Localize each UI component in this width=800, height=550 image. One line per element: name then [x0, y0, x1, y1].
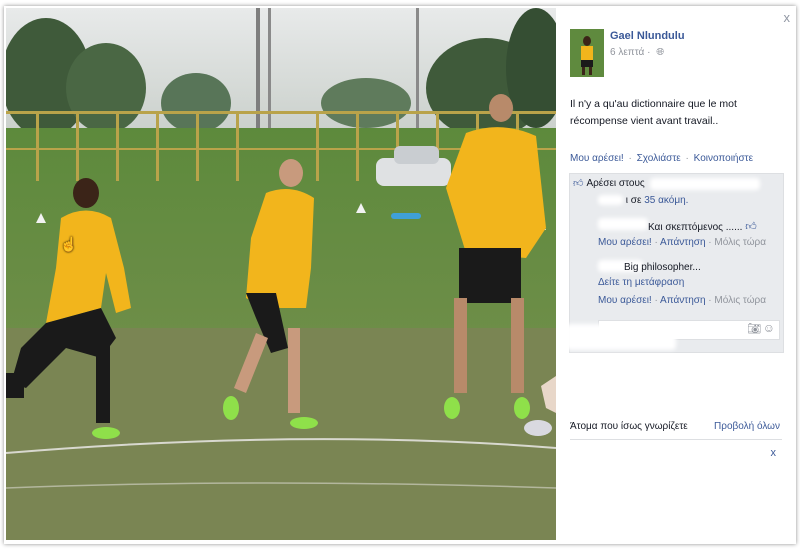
- dismiss-suggestions-button[interactable]: x: [771, 447, 777, 459]
- comment-1: Και σκεπτόμενος ...... 👍︎: [648, 221, 757, 233]
- people-you-may-know-heading: Άτομα που ίσως γνωρίζετε: [570, 421, 688, 432]
- comment-2-reply[interactable]: Απάντηση: [660, 295, 705, 306]
- avatar-image: [570, 29, 604, 77]
- feedback-box: 👍︎ Αρέσει στους ι σε 35 ακόμη. Και σκεπτό…: [566, 173, 784, 353]
- close-viewer-button[interactable]: x: [784, 10, 791, 25]
- post-panel: x Gael Nlundulu 6 λεπτά · 🌐︎ Il n'y a qu…: [557, 8, 794, 540]
- likes-more: ι σε 35 ακόμη.: [598, 195, 688, 206]
- likes-summary: 👍︎ Αρέσει στους: [573, 178, 645, 189]
- post-text: Il n'y a qu'au dictionnaire que le mot r…: [570, 98, 737, 127]
- comment-2-like[interactable]: Μου αρέσει!: [598, 295, 652, 306]
- thumbs-up-icon: 👍︎: [573, 178, 584, 189]
- redacted-names: [650, 178, 760, 190]
- comment-1-actions: Μου αρέσει! · Απάντηση · Μόλις τώρα: [598, 237, 767, 248]
- author-avatar[interactable]: [570, 29, 604, 77]
- comment-1-like[interactable]: Μου αρέσει!: [598, 237, 652, 248]
- comment-2: Big philosopher...: [624, 262, 701, 273]
- redacted-name: [598, 195, 623, 206]
- redacted-avatar: [566, 324, 676, 350]
- like-button[interactable]: Μου αρέσει!: [570, 153, 624, 164]
- post-meta: 6 λεπτά · 🌐︎: [610, 47, 665, 58]
- see-translation-link[interactable]: Δείτε τη μετάφραση: [598, 277, 684, 288]
- photo-scene: [6, 8, 556, 540]
- author-name[interactable]: Gael Nlundulu: [610, 30, 685, 42]
- share-button[interactable]: Κοινοποιήστε: [694, 153, 753, 164]
- globe-icon[interactable]: 🌐︎: [656, 47, 664, 58]
- comment-1-time[interactable]: Μόλις τώρα: [714, 237, 766, 248]
- comment-2-actions: Μου αρέσει! · Απάντηση · Μόλις τώρα: [598, 295, 767, 306]
- likes-more-link[interactable]: 35 ακόμη.: [644, 195, 688, 206]
- post-actions: Μου αρέσει! · Σχολιάστε · Κοινοποιήστε: [570, 153, 754, 164]
- comment-1-reply[interactable]: Απάντηση: [660, 237, 705, 248]
- smiley-icon[interactable]: ☺: [763, 321, 775, 335]
- camera-icon[interactable]: 📷︎: [747, 322, 761, 335]
- divider: [570, 439, 782, 440]
- comment-2-time[interactable]: Μόλις τώρα: [714, 295, 766, 306]
- hand-pointer-icon: ☝: [60, 236, 78, 252]
- view-all-link[interactable]: Προβολή όλων: [714, 421, 780, 432]
- comment-button[interactable]: Σχολιάστε: [637, 153, 681, 164]
- comment-like-icon[interactable]: 👍︎: [745, 221, 757, 233]
- photo[interactable]: ☝: [6, 8, 556, 540]
- post-time[interactable]: 6 λεπτά: [610, 47, 644, 58]
